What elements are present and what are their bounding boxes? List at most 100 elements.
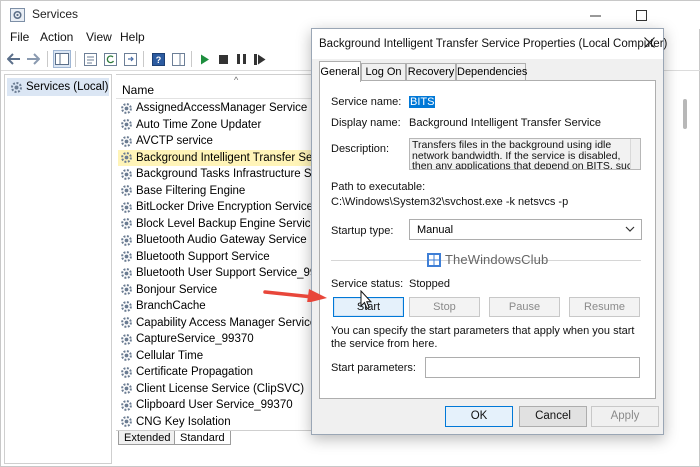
show-tree-button[interactable] <box>53 50 71 68</box>
service-row[interactable]: CNG Key Isolation <box>118 414 316 431</box>
close-icon <box>644 37 655 48</box>
service-row-label: AssignedAccessManager Service <box>136 102 308 115</box>
service-row[interactable]: Bluetooth Support Service <box>118 249 316 266</box>
scrollbar-thumb[interactable] <box>683 99 687 129</box>
gear-icon <box>121 284 132 296</box>
toolbar-separator <box>75 51 76 67</box>
list-scrollbar[interactable] <box>681 99 689 429</box>
description-box[interactable]: Transfers files in the background using … <box>409 138 641 170</box>
view-tabs: Extended Standard <box>116 430 316 446</box>
gear-icon <box>121 350 132 362</box>
tab-general[interactable]: General <box>319 61 361 82</box>
action-pane-button[interactable] <box>169 50 187 68</box>
service-row[interactable]: Client License Service (ClipSVC) <box>118 381 316 398</box>
service-row[interactable]: Base Filtering Engine <box>118 183 316 200</box>
properties-button[interactable] <box>81 50 99 68</box>
refresh-icon <box>103 52 117 66</box>
apply-button[interactable]: Apply <box>591 406 659 427</box>
help-button[interactable]: ? <box>149 50 167 68</box>
startup-type-select[interactable]: Manual <box>409 219 642 240</box>
export-list-icon <box>123 52 137 66</box>
cancel-button[interactable]: Cancel <box>519 406 587 427</box>
restart-service-button[interactable] <box>251 50 269 68</box>
service-row[interactable]: Background Tasks Infrastructure Service <box>118 166 316 183</box>
play-icon <box>201 54 209 64</box>
service-row-label: Block Level Backup Engine Service <box>136 217 316 230</box>
dialog-title-bar: Background Intelligent Transfer Service … <box>312 29 667 59</box>
service-row[interactable]: AssignedAccessManager Service <box>118 100 316 117</box>
dialog-close-button[interactable] <box>644 35 655 52</box>
service-name-label: Service name: <box>331 96 402 108</box>
service-row[interactable]: Block Level Backup Engine Service <box>118 216 316 233</box>
mouse-cursor-icon <box>360 290 372 310</box>
menu-help[interactable]: Help <box>120 30 145 44</box>
service-name-value[interactable]: BITS <box>409 96 436 108</box>
service-row-label: CNG Key Isolation <box>136 415 231 428</box>
pause-service-button[interactable] <box>232 50 250 68</box>
forward-button[interactable] <box>24 50 42 68</box>
column-header-label: Name <box>122 83 155 97</box>
tab-standard[interactable]: Standard <box>174 431 231 445</box>
back-button[interactable] <box>5 50 23 68</box>
watermark-logo-icon <box>427 252 441 267</box>
minimize-icon <box>589 15 601 16</box>
watermark: TheWindowsClub <box>427 252 548 267</box>
menu-action[interactable]: Action <box>40 30 73 44</box>
maximize-button[interactable] <box>621 3 661 27</box>
resume-button[interactable]: Resume <box>569 297 640 317</box>
services-list: ^ Name AssignedAccessManager Service Auto… <box>116 74 316 430</box>
gear-icon <box>11 81 22 93</box>
window-title: Services <box>32 7 79 21</box>
export-list-button[interactable] <box>121 50 139 68</box>
tab-log-on[interactable]: Log On <box>361 63 406 81</box>
refresh-button[interactable] <box>101 50 119 68</box>
stop-service-button[interactable] <box>214 50 232 68</box>
help-icon: ? <box>151 52 165 66</box>
menu-file[interactable]: File <box>10 30 29 44</box>
display-name-label: Display name: <box>331 117 401 129</box>
service-row-label: Base Filtering Engine <box>136 184 246 197</box>
gear-icon <box>121 102 132 114</box>
service-row-label: AVCTP service <box>136 135 213 148</box>
tree-item-services-local[interactable]: Services (Local) <box>7 78 109 96</box>
service-row[interactable]: Auto Time Zone Updater <box>118 117 316 134</box>
service-row-label: Cellular Time <box>136 349 204 362</box>
menu-view[interactable]: View <box>86 30 112 44</box>
service-row[interactable]: Background Intelligent Transfer Service <box>118 149 316 166</box>
service-row[interactable]: Cellular Time <box>118 348 316 365</box>
services-app-icon <box>10 8 25 22</box>
service-row-label: BranchCache <box>136 300 206 313</box>
service-row[interactable]: AVCTP service <box>118 133 316 150</box>
stop-button[interactable]: Stop <box>409 297 480 317</box>
service-row-label: BitLocker Drive Encryption Service <box>136 201 314 214</box>
pause-button[interactable]: Pause <box>489 297 560 317</box>
gear-icon <box>121 251 132 263</box>
service-row[interactable]: Certificate Propagation <box>118 364 316 381</box>
restart-icon <box>254 53 266 65</box>
service-row[interactable]: Bluetooth Audio Gateway Service <box>118 232 316 249</box>
service-row-label: Clipboard User Service_99370 <box>136 399 293 412</box>
console-tree-icon <box>55 53 69 65</box>
tab-extended[interactable]: Extended <box>118 431 177 445</box>
service-row[interactable]: Bluetooth User Support Service_99370 <box>118 265 316 282</box>
description-scrollbar[interactable] <box>630 139 640 169</box>
ok-button[interactable]: OK <box>445 406 513 427</box>
start-service-button[interactable] <box>196 50 214 68</box>
minimize-button[interactable] <box>575 3 615 27</box>
tab-recovery[interactable]: Recovery <box>406 63 456 81</box>
service-row[interactable]: Clipboard User Service_99370 <box>118 397 316 414</box>
dialog-title: Background Intelligent Transfer Service … <box>319 38 668 50</box>
tab-dependencies[interactable]: Dependencies <box>456 63 527 81</box>
gear-icon <box>121 201 132 213</box>
gear-icon <box>121 168 132 180</box>
service-row[interactable]: CaptureService_99370 <box>118 331 316 348</box>
service-row[interactable]: Capability Access Manager Service <box>118 315 316 332</box>
path-label: Path to executable: <box>331 181 426 193</box>
gear-icon <box>121 383 132 395</box>
gear-icon <box>121 399 132 411</box>
service-row[interactable]: BitLocker Drive Encryption Service <box>118 199 316 216</box>
gear-icon <box>121 119 132 131</box>
sort-ascending-icon: ^ <box>234 75 239 85</box>
column-header-name[interactable]: ^ Name <box>116 75 316 99</box>
start-params-input[interactable] <box>425 357 640 378</box>
